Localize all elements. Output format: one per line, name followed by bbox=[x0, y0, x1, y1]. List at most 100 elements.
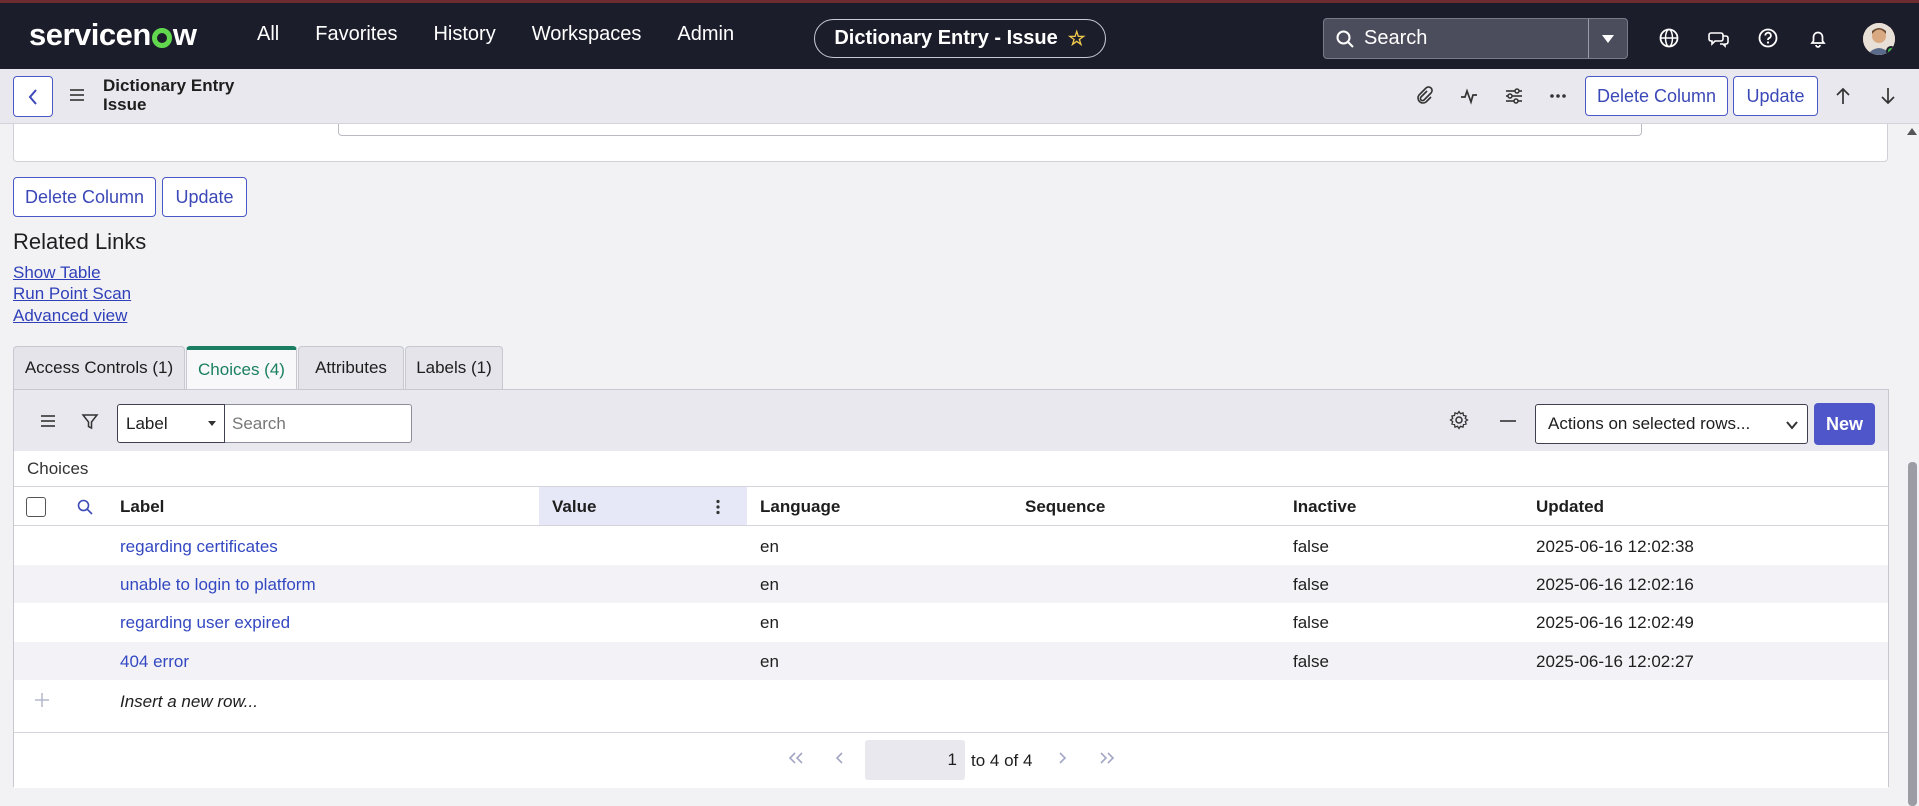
previous-page-icon[interactable] bbox=[835, 751, 845, 765]
nav-admin[interactable]: Admin bbox=[677, 23, 734, 46]
user-avatar[interactable] bbox=[1863, 23, 1895, 55]
table-row[interactable]: regarding certificates en false 2025-06-… bbox=[14, 527, 1888, 565]
row-label[interactable]: regarding user expired bbox=[120, 613, 290, 633]
update-button-header[interactable]: Update bbox=[1733, 76, 1818, 116]
chat-icon[interactable] bbox=[1708, 27, 1730, 49]
next-page-icon[interactable] bbox=[1057, 751, 1067, 765]
insert-row[interactable]: Insert a new row... bbox=[14, 682, 1888, 720]
caret-down-icon bbox=[208, 421, 216, 426]
help-icon[interactable] bbox=[1757, 27, 1779, 49]
context-title: Dictionary Entry - Issue bbox=[834, 27, 1058, 49]
settings-sliders-icon[interactable] bbox=[1503, 85, 1525, 107]
form-title-line2: Issue bbox=[103, 95, 147, 114]
table-row[interactable]: unable to login to platform en false 202… bbox=[14, 565, 1888, 603]
form-title-line1: Dictionary Entry bbox=[103, 76, 235, 95]
tab-access-controls[interactable]: Access Controls (1) bbox=[13, 346, 185, 389]
actions-on-selected-rows-select[interactable]: Actions on selected rows... bbox=[1535, 404, 1808, 444]
nav-favorites[interactable]: Favorites bbox=[315, 23, 397, 46]
list-menu-icon[interactable] bbox=[40, 414, 56, 428]
table-row[interactable]: 404 error en false 2025-06-16 12:02:27 bbox=[14, 642, 1888, 680]
tab-attributes[interactable]: Attributes bbox=[298, 346, 404, 389]
arrow-down-icon[interactable] bbox=[1877, 85, 1899, 107]
list-search-input[interactable]: Search bbox=[225, 404, 412, 443]
list-caption: Choices bbox=[27, 459, 89, 478]
list-toolbar: Label Search Actions on selected rows...… bbox=[14, 390, 1888, 451]
paperclip-icon[interactable] bbox=[1413, 85, 1435, 107]
bell-icon[interactable] bbox=[1807, 27, 1829, 49]
new-button[interactable]: New bbox=[1814, 403, 1875, 445]
last-page-icon[interactable] bbox=[1098, 751, 1116, 765]
row-label[interactable]: unable to login to platform bbox=[120, 575, 316, 595]
related-links-heading: Related Links bbox=[13, 229, 147, 254]
run-point-scan-link[interactable]: Run Point Scan bbox=[13, 284, 131, 304]
choices-list-panel: Label Search Actions on selected rows...… bbox=[13, 389, 1889, 788]
row-inactive: false bbox=[1293, 575, 1329, 594]
back-button[interactable] bbox=[13, 76, 53, 117]
brand-text: servicen bbox=[29, 17, 151, 52]
main-nav: All Favorites History Workspaces Admin bbox=[257, 23, 770, 46]
text-field-bottom[interactable] bbox=[338, 124, 1642, 136]
insert-row-label[interactable]: Insert a new row... bbox=[120, 692, 258, 712]
plus-icon[interactable] bbox=[34, 692, 50, 708]
row-updated: 2025-06-16 12:02:27 bbox=[1536, 652, 1694, 671]
row-label[interactable]: regarding certificates bbox=[120, 537, 278, 557]
column-options-icon[interactable] bbox=[715, 499, 721, 515]
collapse-icon[interactable] bbox=[1499, 419, 1517, 423]
column-header-language[interactable]: Language bbox=[760, 497, 840, 517]
filter-icon[interactable] bbox=[81, 413, 99, 431]
row-language: en bbox=[760, 575, 779, 594]
scrollbar-thumb[interactable] bbox=[1908, 462, 1917, 806]
more-options-icon[interactable] bbox=[1547, 85, 1569, 107]
delete-column-button-header[interactable]: Delete Column bbox=[1585, 76, 1728, 116]
column-header-value[interactable]: Value bbox=[552, 497, 596, 517]
context-title-pill[interactable]: Dictionary Entry - Issue ☆ bbox=[814, 19, 1106, 58]
show-table-link[interactable]: Show Table bbox=[13, 263, 101, 283]
row-updated: 2025-06-16 12:02:16 bbox=[1536, 575, 1694, 594]
column-search-icon[interactable] bbox=[77, 499, 93, 515]
column-header-updated[interactable]: Updated bbox=[1536, 497, 1604, 517]
chevron-down-icon bbox=[1786, 421, 1798, 430]
advanced-view-link[interactable]: Advanced view bbox=[13, 306, 127, 326]
first-page-icon[interactable] bbox=[787, 751, 805, 765]
row-updated: 2025-06-16 12:02:38 bbox=[1536, 537, 1694, 556]
actions-select-value: Actions on selected rows... bbox=[1548, 414, 1751, 433]
row-inactive: false bbox=[1293, 652, 1329, 671]
update-button[interactable]: Update bbox=[162, 177, 247, 217]
search-placeholder: Search bbox=[1364, 27, 1428, 49]
search-field-value: Label bbox=[126, 413, 168, 433]
column-header-label[interactable]: Label bbox=[120, 497, 164, 517]
select-all-checkbox[interactable] bbox=[26, 497, 46, 517]
tab-choices[interactable]: Choices (4) bbox=[186, 346, 297, 389]
search-scope-dropdown[interactable] bbox=[1588, 19, 1627, 58]
nav-workspaces[interactable]: Workspaces bbox=[532, 23, 642, 46]
tab-labels[interactable]: Labels (1) bbox=[405, 346, 503, 389]
global-search[interactable]: Search bbox=[1323, 18, 1628, 59]
gear-icon[interactable] bbox=[1449, 410, 1469, 430]
row-inactive: false bbox=[1293, 613, 1329, 632]
servicenow-logo[interactable]: servicen w bbox=[29, 15, 197, 55]
table-row[interactable]: regarding user expired en false 2025-06-… bbox=[14, 603, 1888, 641]
globe-icon[interactable] bbox=[1658, 27, 1680, 49]
row-label[interactable]: 404 error bbox=[120, 652, 189, 672]
scroll-up-arrow[interactable] bbox=[1907, 128, 1917, 135]
search-field-select[interactable]: Label bbox=[117, 404, 225, 443]
column-header-inactive[interactable]: Inactive bbox=[1293, 497, 1356, 517]
row-inactive: false bbox=[1293, 537, 1329, 556]
nav-history[interactable]: History bbox=[433, 23, 495, 46]
nav-all[interactable]: All bbox=[257, 23, 279, 46]
page-number-input[interactable]: 1 bbox=[865, 740, 965, 780]
online-status-dot bbox=[1886, 46, 1895, 55]
activity-icon[interactable] bbox=[1458, 85, 1480, 107]
top-navigation-bar: servicen w All Favorites History Workspac… bbox=[0, 0, 1919, 69]
column-header-sequence[interactable]: Sequence bbox=[1025, 497, 1105, 517]
row-language: en bbox=[760, 652, 779, 671]
page-scrollbar[interactable] bbox=[1904, 124, 1919, 806]
arrow-up-icon[interactable] bbox=[1832, 85, 1854, 107]
star-icon[interactable]: ☆ bbox=[1068, 26, 1086, 51]
chevron-left-icon bbox=[28, 88, 37, 105]
delete-column-button[interactable]: Delete Column bbox=[13, 177, 156, 217]
page-range-text: to 4 of 4 bbox=[971, 751, 1033, 770]
table-header: Label Value Language Sequence Inactive U… bbox=[14, 486, 1888, 526]
caret-down-icon bbox=[1602, 34, 1614, 43]
form-menu-icon[interactable] bbox=[69, 88, 85, 102]
